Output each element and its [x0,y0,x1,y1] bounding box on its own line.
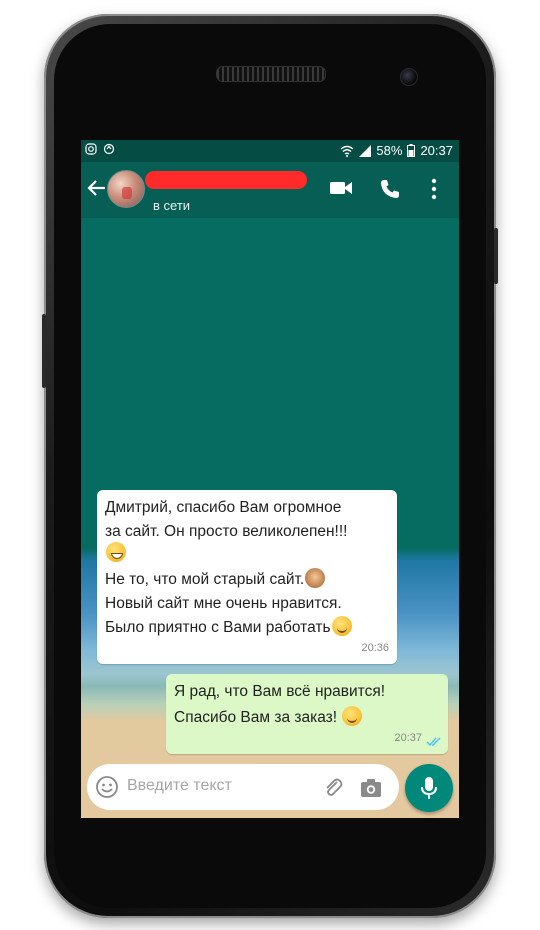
message-line: Не то, что мой старый сайт. [105,568,326,592]
emoji-icon[interactable] [95,775,119,799]
sync-icon [103,143,115,155]
clock: 20:37 [420,143,453,158]
video-call-icon[interactable] [329,178,353,198]
incoming-message[interactable]: Дмитрий, спасибо Вам огромное за сайт. О… [97,490,397,664]
smiling-blush-emoji-icon [331,616,352,636]
camera-icon[interactable] [359,776,383,800]
message-input[interactable]: Введите текст [127,777,232,795]
message-line: Я рад, что Вам всё нравится! [174,683,386,700]
signal-icon [359,144,372,157]
message-line: за сайт. Он просто великолепен!!! [105,523,348,540]
smiling-emoji-icon [342,706,363,726]
message-text: Спасибо Вам за заказ! [174,709,338,726]
double-check-icon [426,737,441,747]
message-line-emoji [105,542,126,566]
grinning-emoji-icon [106,542,126,562]
back-arrow-icon[interactable] [85,176,109,200]
contact-status: в сети [153,198,191,213]
message-line: Дмитрий, спасибо Вам огромное [105,499,342,516]
contact-name-redacted[interactable] [145,171,307,189]
front-camera [400,68,418,86]
status-bar: 58% 20:37 [81,140,459,162]
side-button-left [42,314,46,388]
attach-icon[interactable] [321,776,345,800]
battery-percent: 58% [376,143,403,158]
message-time: 20:37 [394,732,422,744]
message-composer: Введите текст [87,764,399,810]
message-line: Новый сайт мне очень нравится. [105,595,342,612]
message-line: Спасибо Вам за заказ! [174,706,363,730]
see-no-evil-monkey-emoji-icon [305,568,326,588]
phone-call-icon[interactable] [379,178,401,200]
instagram-icon [85,143,97,155]
contact-avatar[interactable] [107,170,145,208]
chat-header: в сети [81,162,459,218]
message-text: Было приятно с Вами работать [105,619,331,636]
outgoing-message[interactable]: Я рад, что Вам всё нравится! Спасибо Вам… [166,674,448,754]
side-button-right [494,228,498,284]
message-line: Было приятно с Вами работать [105,616,352,640]
message-time: 20:36 [361,642,389,654]
phone-screen: 58% 20:37 в сети Дмитрий, спасибо Вам ог… [81,140,459,818]
mic-button[interactable] [405,764,453,812]
earpiece-speaker [216,66,326,82]
wifi-icon [340,145,354,157]
mic-icon [421,777,437,799]
message-text: Не то, что мой старый сайт. [105,571,305,588]
battery-icon [407,144,416,157]
more-vert-icon[interactable] [429,178,439,200]
